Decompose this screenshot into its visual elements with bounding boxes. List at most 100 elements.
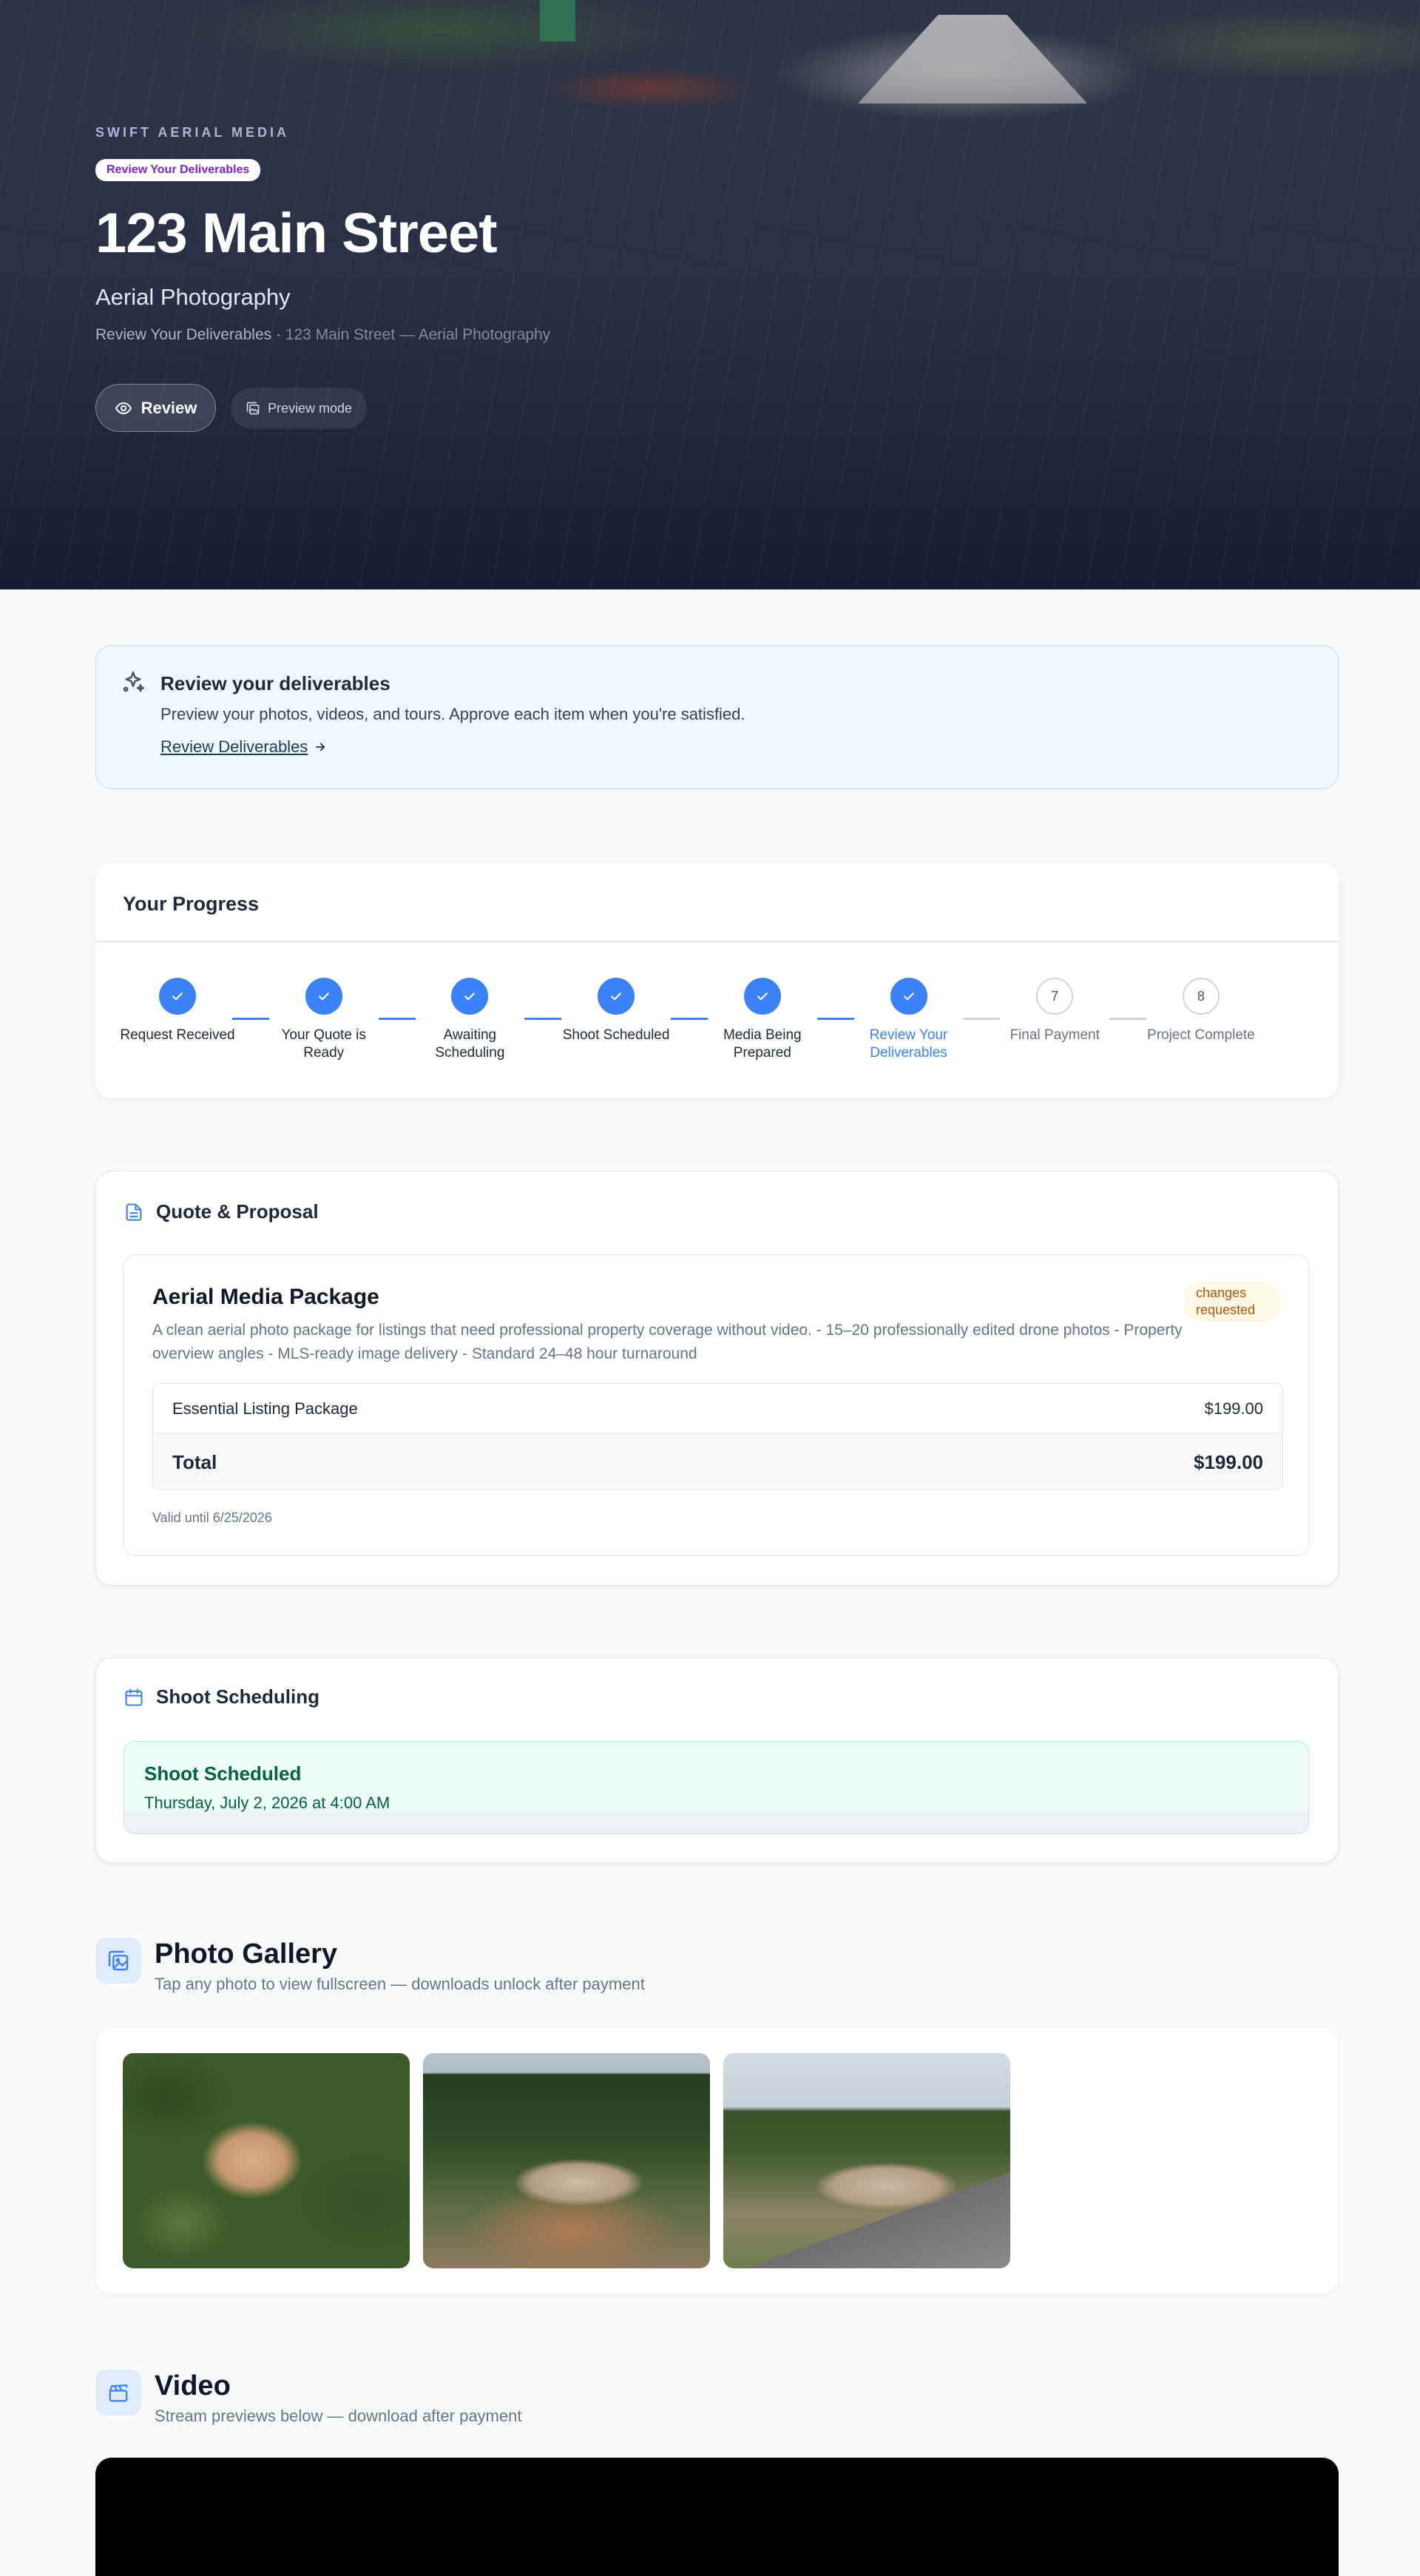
hero-background-detail: [540, 0, 575, 41]
gallery-photo[interactable]: [423, 2053, 710, 2268]
check-icon: [318, 993, 329, 1001]
gallery-header: Photo Gallery Tap any photo to view full…: [95, 1938, 645, 1994]
step-connector: [231, 1018, 269, 1020]
step-label: Awaiting Scheduling: [435, 1027, 505, 1061]
check-icon: [611, 993, 622, 1001]
shoot-status: Shoot Scheduled: [144, 1762, 302, 1785]
check-icon: [903, 993, 914, 1001]
package-card: Aerial Media Package changes requested A…: [124, 1254, 1309, 1556]
step-connector: [378, 1018, 416, 1020]
gallery-subtitle: Tap any photo to view fullscreen — downl…: [155, 1975, 645, 1993]
step-label: Request Received: [120, 1027, 235, 1043]
check-icon: [757, 993, 768, 1001]
shoot-scheduled-box: Shoot Scheduled Thursday, July 2, 2026 a…: [124, 1741, 1309, 1834]
total-row: Total $199.00: [153, 1434, 1282, 1490]
review-button[interactable]: Review: [95, 384, 216, 432]
review-notice-card: Review your deliverables Preview your ph…: [95, 645, 1339, 789]
notice-description: Preview your photos, videos, and tours. …: [160, 705, 746, 723]
brand-name: SWIFT AERIAL MEDIA: [95, 125, 289, 140]
step-indicator: [159, 978, 196, 1015]
page-title: 123 Main Street: [95, 202, 498, 265]
breadcrumb-stage: Review Your Deliverables: [95, 326, 272, 343]
preview-mode-button[interactable]: Preview mode: [231, 388, 368, 429]
status-badge: changes requested: [1184, 1282, 1280, 1322]
progress-step: Awaiting Scheduling: [410, 978, 529, 1062]
images-icon: [246, 402, 260, 415]
video-subtitle: Stream previews below — download after p…: [155, 2407, 522, 2425]
arrow-right-icon: [316, 743, 325, 751]
price-table: Essential Listing Package $199.00 Total …: [152, 1383, 1283, 1490]
step-label: Final Payment: [1010, 1027, 1100, 1043]
shoot-datetime: Thursday, July 2, 2026 at 4:00 AM: [144, 1794, 390, 1812]
step-connector: [524, 1018, 562, 1020]
step-label: Review Your Deliverables: [869, 1027, 948, 1061]
table-row: Essential Listing Package $199.00: [153, 1384, 1282, 1434]
video-header-text: Video Stream previews below — download a…: [155, 2370, 521, 2426]
gallery-icon-box: [95, 1938, 141, 1984]
step-connector: [1109, 1018, 1147, 1020]
document-icon: [126, 1203, 142, 1221]
video-player[interactable]: [95, 2458, 1339, 2576]
review-deliverables-link-label: Review Deliverables: [160, 737, 308, 756]
progress-step: Shoot Scheduled: [557, 978, 675, 1044]
step-indicator: [743, 978, 781, 1015]
check-icon: [464, 993, 476, 1001]
step-label: Shoot Scheduled: [562, 1027, 670, 1043]
step-connector: [963, 1018, 1001, 1020]
breadcrumb: Review Your Deliverables · 123 Main Stre…: [95, 326, 550, 344]
step-indicator: [890, 978, 927, 1015]
progress-card: Your Progress Request Received Your Quote…: [95, 863, 1339, 1098]
calendar-icon: [125, 1688, 143, 1706]
progress-step: Request Received: [118, 978, 237, 1044]
photo-gallery: [95, 2026, 1339, 2294]
total-value: $199.00: [1194, 1451, 1263, 1473]
progress-step: Review Your Deliverables: [850, 978, 968, 1062]
step-indicator: 7: [1036, 978, 1074, 1015]
divider: [95, 941, 1339, 942]
review-button-label: Review: [141, 398, 197, 417]
step-connector: [816, 1018, 854, 1020]
band: [124, 1811, 1308, 1833]
progress-step: Media Being Prepared: [703, 978, 822, 1062]
step-label: Project Complete: [1147, 1027, 1255, 1043]
quote-card: Quote & Proposal Aerial Media Package ch…: [95, 1171, 1339, 1586]
hero-banner: SWIFT AERIAL MEDIA Review Your Deliverab…: [0, 0, 1420, 589]
video-icon-box: [95, 2370, 141, 2416]
valid-until: Valid until 6/25/2026: [152, 1510, 272, 1525]
gallery-photo[interactable]: [723, 2053, 1010, 2268]
step-label: Media Being Prepared: [723, 1027, 802, 1061]
breadcrumb-project: 123 Main Street — Aerial Photography: [285, 326, 551, 343]
line-item-price: $199.00: [1204, 1399, 1263, 1418]
gallery-header-text: Photo Gallery Tap any photo to view full…: [155, 1938, 645, 1994]
sparkles-icon: [123, 671, 145, 692]
line-item-name: Essential Listing Package: [172, 1399, 358, 1418]
quote-header: Quote & Proposal: [124, 1200, 319, 1223]
clapperboard-icon: [109, 2384, 128, 2402]
video-title: Video: [155, 2370, 231, 2401]
step-indicator: [598, 978, 635, 1015]
breadcrumb-separator: ·: [271, 326, 285, 343]
package-description: A clean aerial photo package for listing…: [152, 1322, 1183, 1362]
notice-title: Review your deliverables: [160, 672, 390, 694]
step-indicator: [305, 978, 342, 1015]
step-indicator: 8: [1182, 978, 1220, 1015]
total-label: Total: [172, 1451, 217, 1473]
progress-step: 8 Project Complete: [1142, 978, 1260, 1044]
eye-icon: [115, 402, 132, 414]
page-subtitle: Aerial Photography: [95, 284, 291, 310]
preview-mode-label: Preview mode: [268, 400, 353, 416]
progress-title: Your Progress: [123, 893, 260, 915]
step-indicator: [451, 978, 489, 1015]
check-icon: [172, 993, 183, 1001]
gallery-photo[interactable]: [123, 2053, 410, 2268]
schedule-card: Shoot Scheduling Shoot Scheduled Thursda…: [95, 1657, 1339, 1863]
video-header: Video Stream previews below — download a…: [95, 2370, 521, 2426]
package-name: Aerial Media Package: [152, 1285, 379, 1309]
status-pill: Review Your Deliverables: [95, 159, 261, 181]
step-connector: [670, 1018, 708, 1020]
schedule-section-title: Shoot Scheduling: [156, 1686, 320, 1708]
progress-step: 7 Final Payment: [995, 978, 1114, 1044]
quote-section-title: Quote & Proposal: [156, 1200, 319, 1223]
schedule-header: Shoot Scheduling: [124, 1686, 320, 1708]
review-deliverables-link[interactable]: Review Deliverables: [160, 737, 327, 757]
